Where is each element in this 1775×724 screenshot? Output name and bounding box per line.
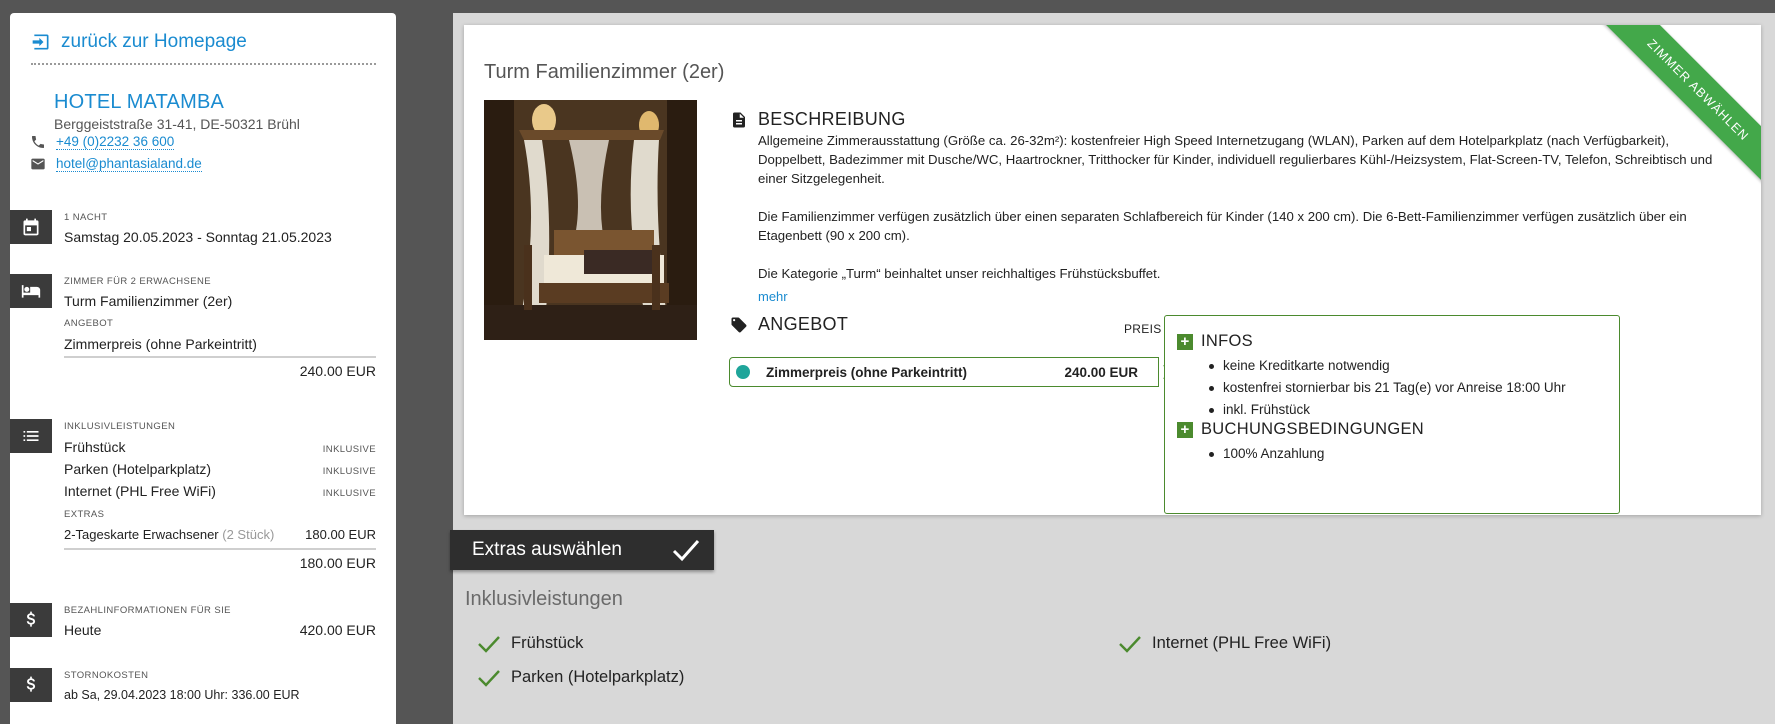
conditions-list: 100% Anzahlung [1209, 444, 1324, 466]
description-paragraph: Allgemeine Zimmerausstattung (Größe ca. … [758, 133, 1713, 186]
room-photo-illustration [484, 100, 697, 340]
inclusive-service-item: Internet (PHL Free WiFi) [1118, 634, 1331, 653]
hotel-phone-row: +49 (0)2232 36 600 [30, 134, 175, 150]
checkmark-icon [1119, 635, 1141, 653]
inclusive-service-item: Frühstück [477, 634, 583, 653]
inclusive-item-name: Parken (Hotelparkplatz) [64, 461, 212, 477]
extras-label: EXTRAS [64, 509, 105, 520]
dollar-icon [26, 611, 36, 627]
extra-item-name: 2-Tageskarte Erwachsener [64, 527, 219, 542]
back-to-homepage-link[interactable]: zurück zur Homepage [31, 21, 376, 65]
extra-item-price: 180.00 EUR [305, 527, 376, 542]
extras-select-tab[interactable]: Extras auswählen [450, 530, 714, 570]
sign-in-icon [32, 34, 49, 50]
room-offer-name: Zimmerpreis (ohne Parkeintritt) [64, 336, 257, 352]
hotel-name: HOTEL MATAMBA [54, 91, 225, 113]
offer-name: Zimmerpreis (ohne Parkeintritt) [766, 364, 968, 380]
back-link-label: zurück zur Homepage [61, 31, 247, 52]
inclusive-service-label: Internet (PHL Free WiFi) [1152, 634, 1332, 652]
extra-item-qty: (2 Stück) [222, 527, 275, 542]
room-offer-label: ANGEBOT [64, 318, 114, 329]
list-icon-box [10, 419, 52, 453]
tag-icon [731, 317, 747, 332]
plus-icon: + [1177, 333, 1193, 350]
booking-summary-sidebar: zurück zur Homepage HOTEL MATAMBA Bergge… [10, 13, 396, 724]
stay-nights-label: 1 NACHT [64, 212, 108, 223]
mail-icon [31, 158, 45, 170]
payment-amount: 420.00 EUR [299, 622, 376, 638]
description-paragraph: Die Kategorie „Turm“ beinhaltet unser re… [758, 266, 1161, 281]
extra-item: 2-Tageskarte Erwachsener (2 Stück) [64, 527, 274, 542]
cancellation-text: ab Sa, 29.04.2023 18:00 Uhr: 336.00 EUR [64, 688, 300, 702]
bed-icon [21, 285, 41, 298]
hotel-phone-link[interactable]: +49 (0)2232 36 600 [56, 134, 175, 150]
dollar-icon [26, 676, 36, 692]
stay-dates: Samstag 20.05.2023 - Sonntag 21.05.2023 [64, 229, 332, 245]
calendar-icon [23, 218, 39, 236]
conditions-heading-label: BUCHUNGSBEDINGUNGEN [1201, 420, 1424, 438]
more-link[interactable]: mehr [758, 289, 788, 304]
room-price: 240.00 EUR [299, 363, 376, 379]
description-heading-label: BESCHREIBUNG [758, 109, 906, 129]
room-guests-label: ZIMMER FÜR 2 ERWACHSENE [64, 276, 211, 287]
checkmark-icon [478, 635, 500, 653]
description-heading: BESCHREIBUNG [730, 109, 906, 130]
offer-heading-label: ANGEBOT [758, 314, 849, 334]
list-item: kostenfrei stornierbar bis 21 Tag(e) vor… [1209, 378, 1566, 400]
payment-when: Heute [64, 622, 102, 638]
inclusive-services-title: Inklusivleistungen [465, 588, 623, 610]
phone-icon [32, 136, 44, 148]
list-item: inkl. Frühstück [1209, 400, 1566, 422]
hotel-email-link[interactable]: hotel@phantasialand.de [56, 156, 202, 172]
list-item: 100% Anzahlung [1209, 444, 1324, 466]
dollar-icon-box [10, 603, 52, 637]
room-title: Turm Familienzimmer (2er) [484, 61, 725, 83]
payment-label: BEZAHLINFORMATIONEN FÜR SIE [64, 605, 231, 616]
divider [64, 356, 376, 358]
offer-info-box: + INFOS keine Kreditkarte notwendig kost… [1164, 315, 1620, 514]
offer-selected-radio[interactable] [736, 365, 750, 379]
infos-heading-label: INFOS [1201, 332, 1253, 350]
calendar-icon-box [10, 210, 52, 244]
divider [64, 548, 376, 550]
inclusive-service-item: Parken (Hotelparkplatz) [477, 668, 684, 687]
room-photo [484, 100, 697, 340]
cancellation-label: STORNOKOSTEN [64, 670, 149, 681]
hotel-address: Berggeiststraße 31-41, DE-50321 Brühl [54, 116, 300, 132]
list-icon [23, 431, 39, 441]
inclusive-item-name: Internet (PHL Free WiFi) [64, 483, 216, 499]
inclusive-label: INKLUSIVLEISTUNGEN [64, 421, 176, 432]
inclusive-service-label: Parken (Hotelparkplatz) [511, 668, 685, 686]
inclusive-item-status: INKLUSIVE [322, 444, 376, 455]
inclusive-service-label: Frühstück [511, 634, 584, 652]
dollar-icon-box [10, 668, 52, 702]
extras-tab-label: Extras auswählen [472, 539, 622, 560]
inclusive-item-name: Frühstück [64, 439, 126, 455]
inclusive-item-status: INKLUSIVE [322, 466, 376, 477]
inclusive-item-status: INKLUSIVE [322, 488, 376, 499]
room-description: Allgemeine Zimmerausstattung (Größe ca. … [758, 131, 1718, 283]
description-paragraph: Die Familienzimmer verfügen zusätzlich ü… [758, 209, 1687, 243]
plus-icon: + [1177, 421, 1193, 438]
conditions-heading[interactable]: + BUCHUNGSBEDINGUNGEN [1177, 420, 1424, 439]
bed-icon-box [10, 274, 52, 308]
main-panel: Turm Familienzimmer (2er) ZIMMER ABWÄHLE… [450, 13, 1775, 724]
checkmark-icon [478, 669, 500, 687]
infos-heading[interactable]: + INFOS [1177, 332, 1253, 351]
offer-price: 240.00 EUR [1064, 364, 1138, 380]
hotel-email-row: hotel@phantasialand.de [30, 156, 202, 172]
room-card: Turm Familienzimmer (2er) ZIMMER ABWÄHLE… [464, 25, 1761, 515]
offer-heading: ANGEBOT [730, 314, 848, 335]
offer-row[interactable]: Zimmerpreis (ohne Parkeintritt) 240.00 E… [729, 357, 1159, 387]
room-name: Turm Familienzimmer (2er) [64, 293, 233, 309]
document-icon [733, 112, 745, 127]
infos-list: keine Kreditkarte notwendig kostenfrei s… [1209, 356, 1566, 422]
checkmark-icon [672, 540, 700, 562]
extras-total: 180.00 EUR [299, 555, 376, 571]
list-item: keine Kreditkarte notwendig [1209, 356, 1566, 378]
